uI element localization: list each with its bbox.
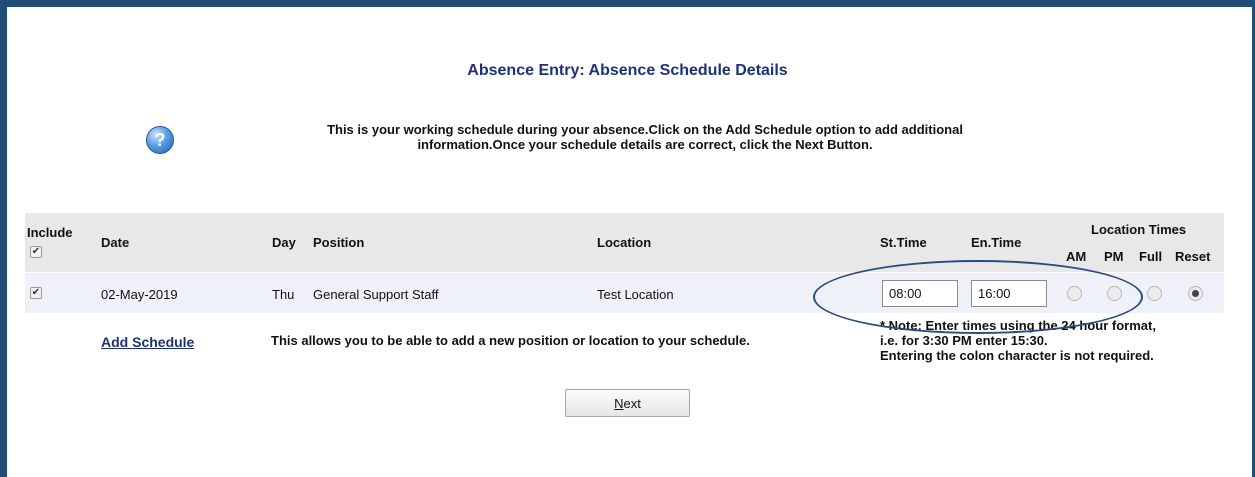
header-position: Position [313, 235, 365, 250]
window-frame-top [0, 0, 1255, 7]
help-icon[interactable]: ? [146, 126, 174, 154]
row-position: General Support Staff [313, 287, 439, 302]
include-row-checkbox[interactable]: ✔ [30, 287, 42, 299]
header-date: Date [101, 235, 130, 250]
start-time-input[interactable] [882, 280, 958, 307]
end-time-input[interactable] [971, 280, 1047, 307]
next-button-label: ext [623, 395, 641, 411]
header-reset: Reset [1175, 249, 1211, 264]
instructions-line-2: information.Once your schedule details a… [417, 137, 873, 152]
header-location-times: Location Times [1091, 222, 1187, 237]
note-line-3: Entering the colon character is not requ… [880, 348, 1154, 363]
add-schedule-link[interactable]: Add Schedule [101, 334, 194, 350]
page-title: Absence Entry: Absence Schedule Details [467, 62, 788, 79]
header-day: Day [272, 235, 296, 250]
note-line-1: * Note: Enter times using the 24 hour fo… [880, 318, 1156, 333]
am-radio[interactable] [1067, 286, 1082, 301]
include-all-checkbox[interactable]: ✔ [30, 246, 42, 258]
time-format-note: * Note: Enter times using the 24 hour fo… [880, 318, 1225, 363]
add-schedule-description: This allows you to be able to add a new … [271, 333, 750, 348]
header-location: Location [597, 235, 652, 250]
next-button[interactable]: Next [565, 389, 690, 417]
header-include: Include [27, 225, 73, 240]
full-radio[interactable] [1147, 286, 1162, 301]
note-line-2: i.e. for 3:30 PM enter 15:30. [880, 333, 1048, 348]
header-en-time: En.Time [971, 235, 1022, 250]
instructions-line-1: This is your working schedule during you… [327, 122, 963, 137]
header-full: Full [1139, 249, 1163, 264]
pm-radio[interactable] [1107, 286, 1122, 301]
row-day: Thu [272, 287, 295, 302]
row-location: Test Location [597, 287, 674, 302]
header-st-time: St.Time [880, 235, 927, 250]
instructions-text: This is your working schedule during you… [250, 122, 1040, 152]
header-am: AM [1066, 249, 1087, 264]
header-pm: PM [1104, 249, 1124, 264]
reset-radio[interactable] [1188, 286, 1203, 301]
row-date: 02-May-2019 [101, 287, 178, 302]
next-button-accesskey: N [614, 395, 624, 411]
